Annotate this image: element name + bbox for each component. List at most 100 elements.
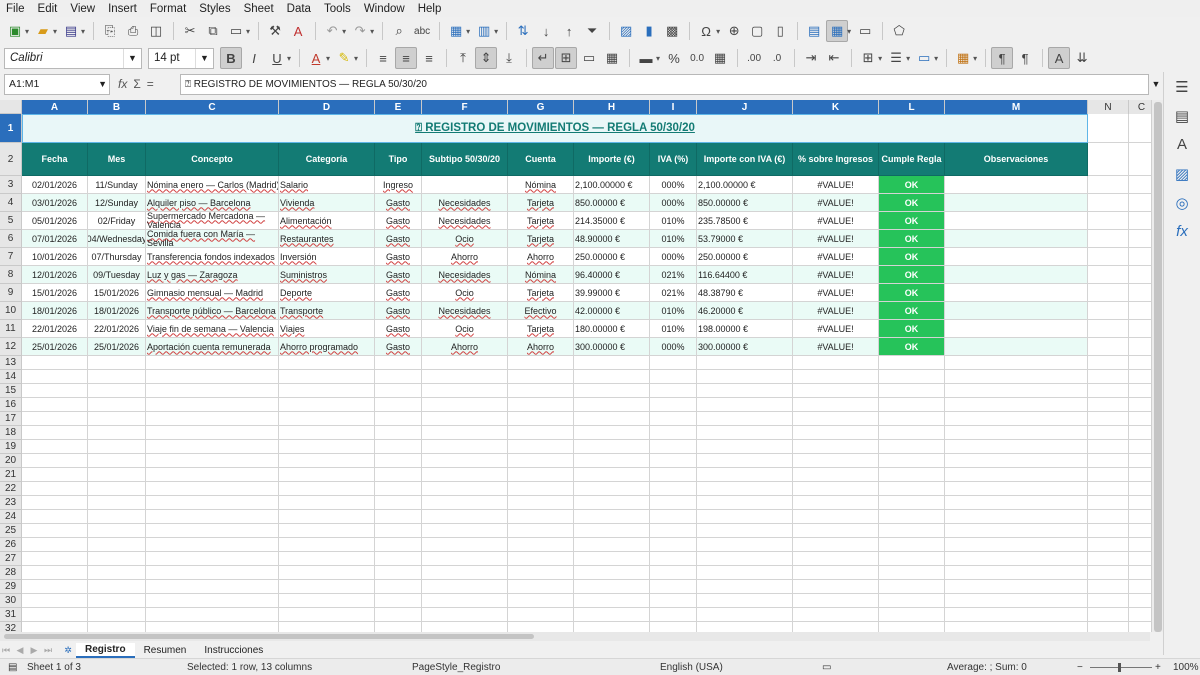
column-title-cell[interactable]: Mes [88, 143, 146, 176]
row-header[interactable]: 15 [0, 384, 22, 398]
empty-cell[interactable] [1088, 114, 1129, 143]
sidebar-menu-icon[interactable]: ☰ [1164, 72, 1200, 101]
empty-cell[interactable] [879, 538, 945, 552]
empty-cell[interactable] [375, 580, 422, 594]
empty-cell[interactable] [22, 482, 88, 496]
empty-cell[interactable] [879, 594, 945, 608]
empty-cell[interactable] [697, 482, 793, 496]
row-header[interactable]: 10 [0, 302, 22, 320]
redo-icon[interactable]: ↷ [349, 20, 371, 42]
highlight-color-icon[interactable]: ✎ [333, 47, 355, 69]
sort-descending-icon[interactable]: ↑ [558, 20, 580, 42]
empty-cell[interactable] [375, 566, 422, 580]
currency-dropdown-icon[interactable]: ▾ [656, 54, 660, 63]
empty-cell[interactable] [793, 524, 879, 538]
empty-cell[interactable] [279, 608, 375, 622]
data-cell[interactable]: Suministros [279, 266, 375, 284]
comment-icon[interactable]: ▢ [746, 20, 768, 42]
empty-cell[interactable] [88, 412, 146, 426]
empty-cell[interactable] [945, 398, 1088, 412]
empty-cell[interactable] [422, 594, 508, 608]
empty-cell[interactable] [793, 426, 879, 440]
paste-icon[interactable]: ▭ [225, 20, 247, 42]
empty-cell[interactable] [88, 440, 146, 454]
empty-cell[interactable] [574, 580, 650, 594]
empty-cell[interactable] [650, 398, 697, 412]
data-cell[interactable]: Restaurantes [279, 230, 375, 248]
data-cell[interactable]: Viaje fin de semana — Valencia [146, 320, 279, 338]
empty-cell[interactable] [279, 426, 375, 440]
empty-cell[interactable] [422, 454, 508, 468]
data-cell[interactable]: Tarjeta [508, 212, 574, 230]
define-print-area-icon[interactable]: ▤ [803, 20, 825, 42]
zoom-in-icon[interactable]: + [1155, 662, 1161, 673]
empty-cell[interactable] [793, 552, 879, 566]
rule-status-cell[interactable]: OK [879, 212, 945, 230]
data-cell[interactable]: Gasto [375, 320, 422, 338]
empty-cell[interactable] [422, 426, 508, 440]
menu-item-styles[interactable]: Styles [199, 3, 230, 15]
headers-footers-icon[interactable]: ▯ [769, 20, 791, 42]
data-cell[interactable]: 07/01/2026 [22, 230, 88, 248]
empty-cell[interactable] [879, 510, 945, 524]
sum-icon[interactable]: Σ [133, 77, 140, 91]
data-cell[interactable] [945, 284, 1088, 302]
data-cell[interactable]: Salario [279, 176, 375, 194]
empty-cell[interactable] [22, 510, 88, 524]
data-cell[interactable]: Tarjeta [508, 194, 574, 212]
align-top-icon[interactable]: ⤒ [452, 47, 474, 69]
empty-cell[interactable] [697, 454, 793, 468]
empty-cell[interactable] [422, 566, 508, 580]
data-cell[interactable]: 22/01/2026 [22, 320, 88, 338]
align-left-icon[interactable]: ≡ [372, 47, 394, 69]
data-cell[interactable]: Gasto [375, 248, 422, 266]
data-cell[interactable]: #VALUE! [793, 266, 879, 284]
data-cell[interactable]: 180.00000 € [574, 320, 650, 338]
empty-cell[interactable] [375, 384, 422, 398]
date-format-icon[interactable]: ▦ [709, 47, 731, 69]
empty-cell[interactable] [879, 384, 945, 398]
data-cell[interactable]: 850.00000 € [574, 194, 650, 212]
data-cell[interactable]: Necesidades [422, 266, 508, 284]
data-cell[interactable]: Ahorro [508, 248, 574, 266]
empty-cell[interactable] [22, 440, 88, 454]
empty-cell[interactable] [22, 426, 88, 440]
empty-cell[interactable] [650, 552, 697, 566]
empty-cell[interactable] [508, 510, 574, 524]
empty-cell[interactable] [879, 398, 945, 412]
previous-sheet-icon[interactable]: ◀ [14, 645, 26, 656]
empty-cell[interactable] [879, 482, 945, 496]
empty-cell[interactable] [1088, 212, 1129, 230]
empty-cell[interactable] [508, 608, 574, 622]
empty-cell[interactable] [793, 538, 879, 552]
special-character-icon[interactable]: Ω [695, 20, 717, 42]
border-style-icon[interactable]: ☰ [885, 47, 907, 69]
empty-cell[interactable] [22, 468, 88, 482]
open-dropdown-icon[interactable]: ▾ [53, 27, 57, 36]
column-title-cell[interactable]: Cumple Regla [879, 143, 945, 176]
empty-cell[interactable] [88, 454, 146, 468]
data-cell[interactable] [422, 176, 508, 194]
empty-cell[interactable] [574, 384, 650, 398]
empty-cell[interactable] [1088, 176, 1129, 194]
empty-cell[interactable] [88, 566, 146, 580]
empty-cell[interactable] [146, 552, 279, 566]
empty-cell[interactable] [574, 468, 650, 482]
data-cell[interactable]: 25/01/2026 [88, 338, 146, 356]
menu-item-insert[interactable]: Insert [108, 3, 137, 15]
empty-cell[interactable] [279, 594, 375, 608]
row-header[interactable]: 7 [0, 248, 22, 266]
empty-cell[interactable] [279, 622, 375, 632]
empty-cell[interactable] [1088, 468, 1129, 482]
empty-cell[interactable] [88, 510, 146, 524]
decrease-indent-icon[interactable]: ⇤ [823, 47, 845, 69]
font-color-icon[interactable]: A [305, 47, 327, 69]
empty-cell[interactable] [375, 538, 422, 552]
row-header[interactable]: 1 [0, 114, 22, 143]
empty-cell[interactable] [574, 440, 650, 454]
gallery-icon[interactable]: ▨ [1164, 159, 1200, 188]
data-cell[interactable]: Gasto [375, 194, 422, 212]
borders-dropdown-icon[interactable]: ▾ [878, 54, 882, 63]
underline-icon[interactable]: U [266, 47, 288, 69]
empty-cell[interactable] [22, 622, 88, 632]
